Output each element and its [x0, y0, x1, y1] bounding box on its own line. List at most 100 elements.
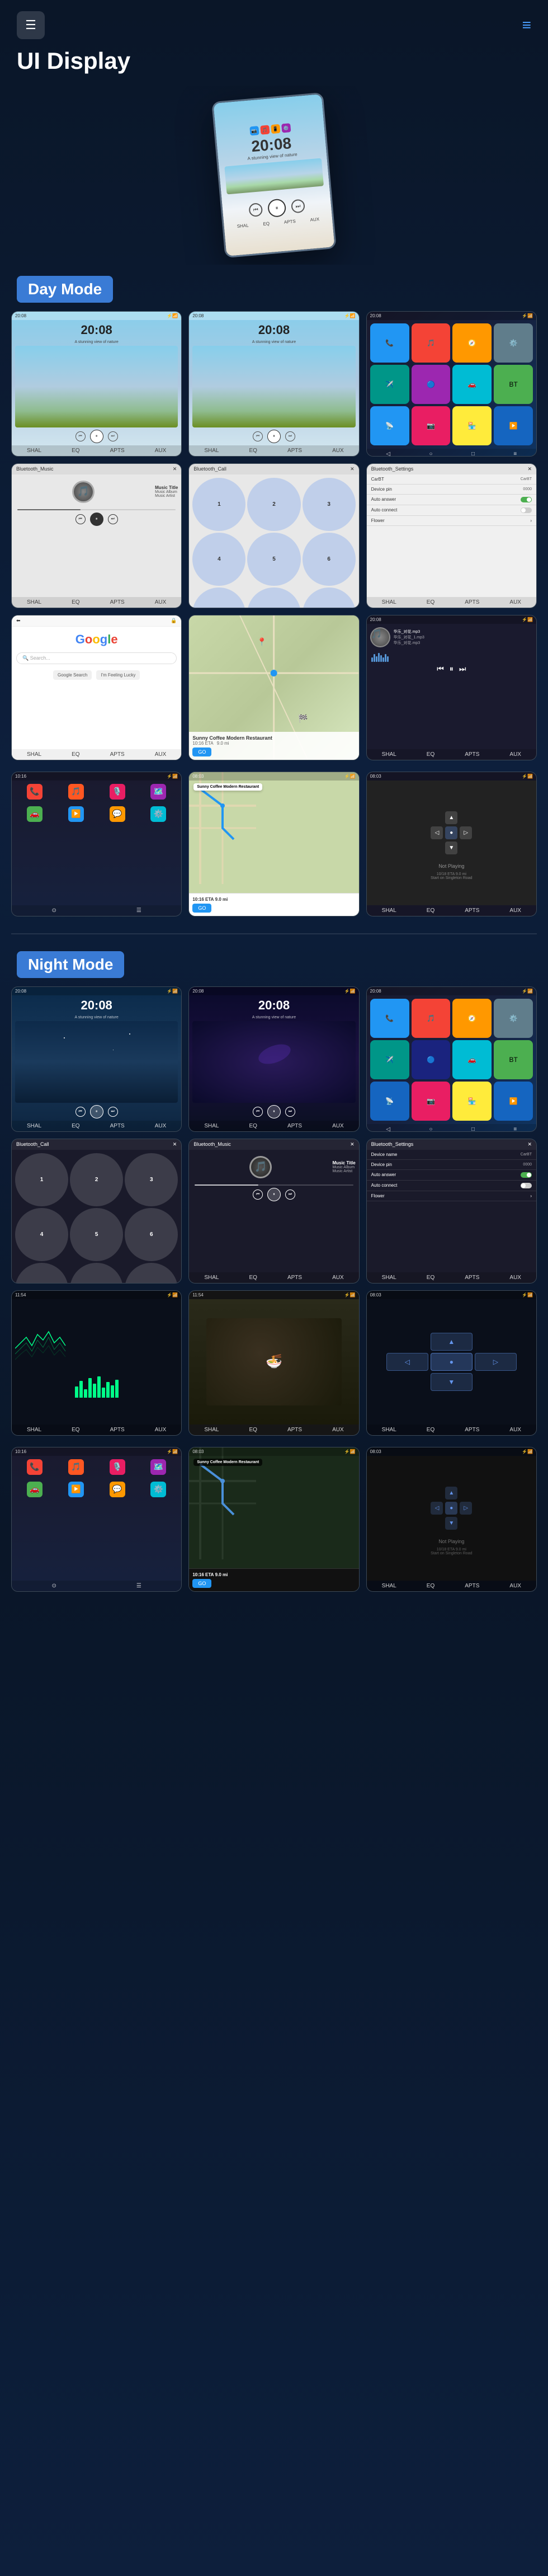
- nav-aux[interactable]: AUX: [509, 1427, 521, 1433]
- nav-apts[interactable]: APTS: [287, 1427, 302, 1433]
- dial-4[interactable]: 4: [192, 533, 245, 586]
- play-btn[interactable]: ⏸: [90, 513, 103, 526]
- nav-4[interactable]: ≡: [513, 451, 517, 457]
- cp-maps-night[interactable]: 🗺️: [150, 1459, 166, 1475]
- music-controls-2[interactable]: ⏮ ⏸ ⏭: [189, 427, 358, 445]
- nav-menu[interactable]: ☰: [136, 1583, 141, 1589]
- more-options-icon[interactable]: ≡: [522, 16, 531, 34]
- nav-eq[interactable]: EQ: [427, 599, 434, 605]
- bottom-nav[interactable]: ◁ ○ □ ≡: [367, 1124, 536, 1132]
- nav-up-night[interactable]: ▲: [431, 1333, 473, 1351]
- nav-apts[interactable]: APTS: [110, 1123, 125, 1129]
- dial-5[interactable]: 5: [70, 1208, 123, 1261]
- app-icon-cam[interactable]: 📷: [412, 406, 451, 445]
- settings-auto-connect-night[interactable]: Auto connect: [367, 1181, 536, 1191]
- hero-play-btn[interactable]: ⏸: [267, 198, 287, 218]
- nav-down[interactable]: ▼: [445, 842, 457, 854]
- nav-shal[interactable]: SHAL: [382, 1583, 396, 1589]
- nav-left[interactable]: ◁: [431, 826, 443, 839]
- next-btn[interactable]: ⏭: [108, 514, 118, 524]
- app-settings[interactable]: ⚙️: [494, 999, 533, 1038]
- app-msg[interactable]: ✈️: [370, 1040, 409, 1079]
- nav-arrow-grid-night[interactable]: ▲ ◁ ● ▷ ▼: [386, 1333, 517, 1391]
- go-button[interactable]: GO: [192, 748, 211, 756]
- nav-home[interactable]: ⊙: [51, 908, 56, 914]
- prev-btn[interactable]: ⏮: [75, 514, 86, 524]
- bottom-nav[interactable]: SHAL EQ APTS AUX: [12, 1425, 181, 1435]
- play-btn[interactable]: ⏸: [267, 1188, 281, 1201]
- settings-auto-answer-night[interactable]: Auto answer: [367, 1170, 536, 1181]
- settings-auto-connect[interactable]: Auto connect: [367, 505, 536, 516]
- dial-1[interactable]: 1: [15, 1153, 68, 1206]
- bottom-nav[interactable]: SHAL EQ APTS AUX: [367, 1272, 536, 1283]
- dial-7[interactable]: 7: [15, 1263, 68, 1284]
- nav-home[interactable]: ⊙: [51, 1583, 56, 1589]
- nav-shal[interactable]: SHAL: [382, 908, 396, 914]
- nav-3[interactable]: □: [471, 451, 475, 457]
- bottom-nav[interactable]: SHAL EQ APTS AUX: [12, 445, 181, 456]
- nav-apts[interactable]: APTS: [465, 1275, 479, 1281]
- settings-auto-answer[interactable]: Auto answer: [367, 495, 536, 505]
- nav-shal[interactable]: SHAL: [204, 1123, 219, 1129]
- nav-shal[interactable]: SHAL: [204, 448, 219, 454]
- bottom-nav[interactable]: SHAL EQ APTS AUX: [189, 1425, 358, 1435]
- bottom-nav[interactable]: SHAL EQ APTS AUX: [367, 597, 536, 608]
- nav-shal[interactable]: SHAL: [27, 1427, 41, 1433]
- nav-shal[interactable]: SHAL: [382, 1427, 396, 1433]
- nav-apts[interactable]: APTS: [465, 1583, 479, 1589]
- nav-arrow-grid[interactable]: ▲ ◁ ● ▷ ▼: [425, 806, 478, 860]
- dial-9[interactable]: 9: [303, 587, 356, 608]
- app-icon-msg[interactable]: ✈️: [370, 365, 409, 404]
- cp-waze[interactable]: 🚗: [27, 806, 42, 822]
- local-prev[interactable]: ⏮: [437, 664, 444, 674]
- nav-menu[interactable]: ☰: [136, 908, 141, 914]
- next-btn[interactable]: ⏭: [108, 1107, 118, 1117]
- nav-apts[interactable]: APTS: [110, 751, 125, 758]
- nav-shal[interactable]: SHAL: [27, 448, 41, 454]
- nav-left-night[interactable]: ◁: [386, 1353, 428, 1371]
- next-btn[interactable]: ⏭: [285, 1190, 295, 1200]
- app-store[interactable]: 🏪: [452, 1082, 492, 1121]
- prev-btn[interactable]: ⏮: [253, 431, 263, 441]
- app-nav[interactable]: 🧭: [452, 999, 492, 1038]
- app-icon-store[interactable]: 🏪: [452, 406, 492, 445]
- nav-shal[interactable]: SHAL: [382, 599, 396, 605]
- dialpad-night[interactable]: 1 2 3 4 5 6 7 8 9 * 0 #: [12, 1150, 181, 1284]
- nav-shal[interactable]: SHAL: [27, 599, 41, 605]
- dial-7[interactable]: 7: [192, 587, 245, 608]
- play-btn[interactable]: ⏸: [267, 430, 281, 443]
- bottom-nav[interactable]: ◁ ○ □ ≡: [367, 449, 536, 457]
- nav-right-night[interactable]: ▷: [475, 1353, 517, 1371]
- nav-eq[interactable]: EQ: [249, 1427, 257, 1433]
- bottom-nav[interactable]: SHAL EQ APTS AUX: [189, 445, 358, 456]
- hero-next-btn[interactable]: ⏭: [291, 199, 305, 213]
- nav-apts[interactable]: APTS: [287, 1123, 302, 1129]
- bottom-nav[interactable]: SHAL EQ APTS AUX: [189, 1121, 358, 1131]
- nav-shal[interactable]: SHAL: [27, 1123, 41, 1129]
- next-btn[interactable]: ⏭: [285, 1107, 295, 1117]
- nav-aux[interactable]: AUX: [509, 599, 521, 605]
- app-icon-nav[interactable]: 🧭: [452, 323, 492, 363]
- nav-eq[interactable]: EQ: [72, 751, 79, 758]
- nav-aux[interactable]: AUX: [155, 448, 167, 454]
- next-btn[interactable]: ⏭: [108, 431, 118, 441]
- nav-shal[interactable]: SHAL: [204, 1275, 219, 1281]
- app-car[interactable]: 🚗: [452, 1040, 492, 1079]
- nav-shal[interactable]: SHAL: [382, 1275, 396, 1281]
- nav-aux[interactable]: AUX: [155, 1427, 167, 1433]
- nav-eq[interactable]: EQ: [72, 448, 79, 454]
- app-icon-phone[interactable]: 📞: [370, 323, 409, 363]
- dial-6[interactable]: 6: [303, 533, 356, 586]
- prev-btn[interactable]: ⏮: [75, 1107, 86, 1117]
- nav-aux[interactable]: AUX: [509, 1275, 521, 1281]
- night-nav-down[interactable]: ▼: [445, 1517, 457, 1530]
- nav-eq[interactable]: EQ: [427, 1275, 434, 1281]
- auto-answer-toggle-night[interactable]: [521, 1172, 532, 1178]
- nav-eq[interactable]: EQ: [72, 1123, 79, 1129]
- app-extra[interactable]: ▶️: [494, 1082, 533, 1121]
- cp-waze-night[interactable]: 🚗: [27, 1482, 42, 1497]
- local-next[interactable]: ⏭: [459, 664, 466, 674]
- local-controls[interactable]: ⏮ ⏸ ⏭: [367, 662, 536, 676]
- music-controls-night[interactable]: ⏮ ⏸ ⏭: [189, 1186, 358, 1204]
- google-lucky-btn[interactable]: I'm Feeling Lucky: [96, 670, 140, 680]
